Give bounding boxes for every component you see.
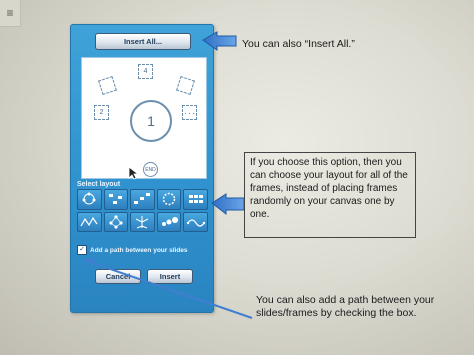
add-path-checkbox[interactable]: ✓ [77, 245, 87, 255]
path-checkbox-row: ✓ Add a path between your slides [77, 245, 188, 255]
layout-zigzag-icon [80, 216, 98, 227]
layout-branch-icon [136, 215, 149, 229]
layout-branch-option[interactable] [130, 211, 155, 232]
layout-steps-option[interactable] [130, 189, 155, 210]
layout-options-grid [77, 189, 208, 232]
frame-number: 1 [147, 113, 155, 129]
layout-circle-icon [82, 192, 96, 205]
end-marker: END [143, 162, 158, 177]
annotation-insert-all: You can also “Insert All.” [242, 38, 355, 50]
layout-tree-icon [109, 215, 123, 229]
insert-layout-dialog: Insert All... 4 2 ... 1 END Select layou… [70, 24, 214, 313]
frame-number: 2 [99, 108, 104, 117]
layout-steps-icon [134, 193, 151, 205]
frame-placeholder-left-top [98, 76, 117, 95]
frame-placeholder-top: 4 [138, 64, 153, 79]
layout-ring-icon [162, 193, 176, 206]
menu-corner-icon: ≡ [0, 0, 21, 27]
frame-number: ... [183, 108, 196, 117]
insert-all-button[interactable]: Insert All... [95, 33, 191, 50]
frame-number: 4 [143, 67, 148, 76]
layout-arrow-icon [211, 193, 245, 216]
layout-grid-option[interactable] [183, 189, 208, 210]
layout-wave-option[interactable] [183, 211, 208, 232]
layout-grid-icon [188, 195, 203, 204]
cancel-button[interactable]: Cancel [95, 269, 141, 284]
frame-placeholder-left: 2 [94, 105, 109, 120]
layout-scatter-option[interactable] [103, 189, 129, 210]
end-label: END [145, 166, 156, 173]
layout-wave-icon [186, 219, 205, 227]
frame-placeholder-right: ... [182, 105, 197, 120]
insert-button[interactable]: Insert [147, 269, 193, 284]
annotation-path: You can also add a path between your sli… [256, 294, 435, 319]
frame-placeholder-right-top [176, 76, 195, 95]
mouse-cursor-icon [128, 166, 140, 180]
add-path-label: Add a path between your slides [90, 246, 188, 254]
layout-scatter-icon [108, 194, 122, 205]
layout-tree-option[interactable] [103, 211, 129, 232]
path-preview-area: 4 2 ... 1 END [81, 57, 207, 180]
layout-spiral-icon [162, 216, 179, 226]
center-frame-circle: 1 [130, 100, 172, 142]
layout-zigzag-option[interactable] [77, 211, 102, 232]
layout-circle-option[interactable] [77, 189, 102, 210]
annotation-layout: If you choose this option, then you can … [244, 152, 416, 238]
layout-spiral-option[interactable] [156, 211, 182, 232]
select-layout-label: Select layout [77, 181, 121, 188]
layout-ring-option[interactable] [156, 189, 182, 210]
